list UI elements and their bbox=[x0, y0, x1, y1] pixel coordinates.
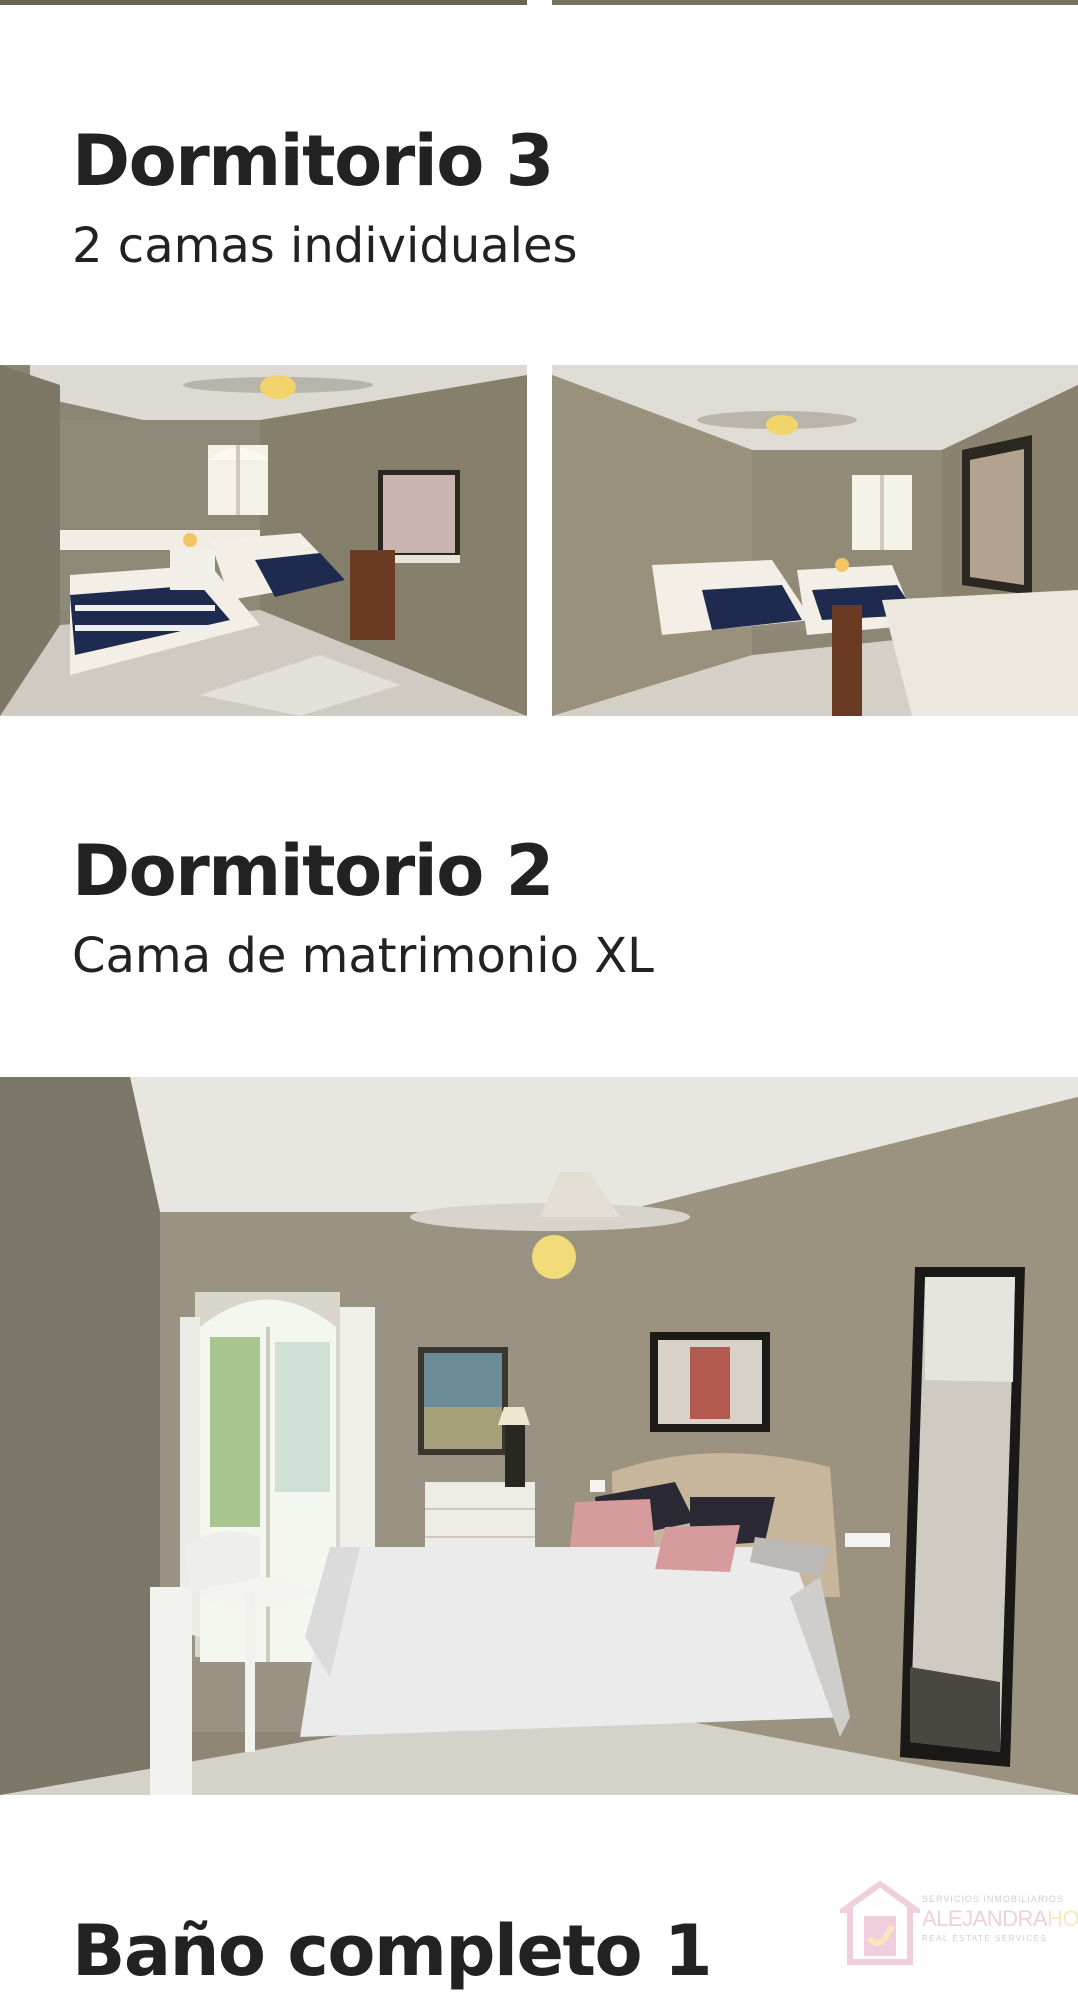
bedroom-2-header: Dormitorio 2 Cama de matrimonio XL bbox=[72, 836, 654, 980]
agency-watermark-logo: SERVICIOS INMOBILIARIOS ALEJANDRAHOME RE… bbox=[840, 1880, 1078, 1970]
bathroom-1-header: Baño completo 1 bbox=[72, 1910, 713, 1992]
bedroom-2-beds: Cama de matrimonio XL bbox=[72, 928, 654, 984]
bedroom-3-header: Dormitorio 3 2 camas individuales bbox=[72, 126, 578, 270]
watermark-bottom-line: REAL ESTATE SERVICES bbox=[922, 1934, 1048, 1943]
bedroom-3-title: Dormitorio 3 bbox=[72, 120, 554, 202]
watermark-top-line: SERVICIOS INMOBILIARIOS bbox=[922, 1894, 1064, 1904]
watermark-brand-a: ALEJANDRA bbox=[922, 1906, 1048, 1931]
house-logo-icon bbox=[840, 1880, 920, 1965]
watermark-brand: ALEJANDRAHOME bbox=[922, 1906, 1078, 1932]
watermark-brand-b: HOME bbox=[1047, 1906, 1078, 1931]
bedroom-3-beds: 2 camas individuales bbox=[72, 218, 578, 274]
bedroom-3-photo-1[interactable] bbox=[0, 365, 527, 716]
bathroom-1-title: Baño completo 1 bbox=[72, 1910, 713, 1992]
bedroom-3-photo-2[interactable] bbox=[552, 365, 1078, 716]
previous-room-photo-right[interactable] bbox=[552, 0, 1078, 5]
bedroom-2-title: Dormitorio 2 bbox=[72, 830, 554, 912]
bedroom-2-photo[interactable] bbox=[0, 1077, 1078, 1795]
previous-room-photo-left[interactable] bbox=[0, 0, 527, 5]
